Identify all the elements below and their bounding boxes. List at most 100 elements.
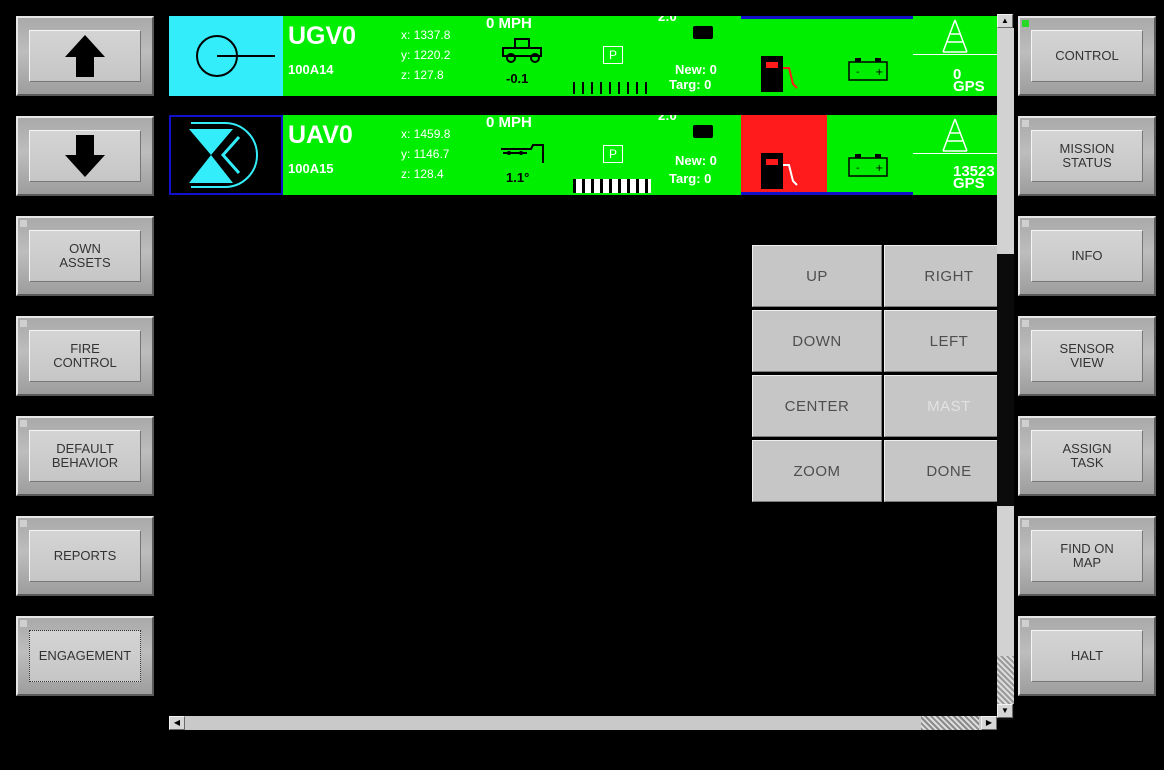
center-button[interactable]: CENTER (752, 375, 882, 437)
scroll-down-button[interactable] (16, 116, 154, 196)
uav-icon-cell[interactable] (169, 115, 283, 195)
control-button[interactable]: CONTROL (1018, 16, 1156, 96)
fire-control-label: FIRE CONTROL (29, 330, 141, 382)
scroll-down-face (29, 130, 141, 182)
horizontal-scrollbar[interactable]: ◀ ▶ (169, 716, 997, 730)
target-count: Targ: 0 (669, 77, 712, 92)
engagement-button[interactable]: ENGAGEMENT (16, 616, 154, 696)
engagement-label: ENGAGEMENT (29, 630, 141, 682)
coord-y: y: 1220.2 (401, 48, 451, 62)
unit-id: 100A15 (288, 161, 334, 176)
mission-status-button[interactable]: MISSION STATUS (1018, 116, 1156, 196)
assign-task-label: ASSIGN TASK (1031, 430, 1143, 482)
default-behavior-label: DEFAULT BEHAVIOR (29, 430, 141, 482)
sensor-cell[interactable]: 2:0 New: 0 Targ: 0 (655, 115, 741, 195)
camera-icon (693, 26, 713, 39)
coord-x: x: 1459.8 (401, 127, 451, 141)
control-label: CONTROL (1031, 30, 1143, 82)
gps-label: GPS (953, 175, 985, 192)
assign-task-button[interactable]: ASSIGN TASK (1018, 416, 1156, 496)
arrow-up-icon (65, 35, 105, 77)
mission-status-label: MISSION STATUS (1031, 130, 1143, 182)
pan-left-button[interactable]: LEFT (884, 310, 1014, 372)
scroll-right-arrow-icon[interactable]: ▶ (981, 716, 997, 730)
camera-icon (693, 125, 713, 138)
gps-label: GPS (953, 78, 985, 95)
done-button[interactable]: DONE (884, 440, 1014, 502)
info-button[interactable]: INFO (1018, 216, 1156, 296)
vertical-scrollbar[interactable]: ▲ ▼ (997, 14, 1014, 720)
scroll-left-arrow-icon[interactable]: ◀ (169, 716, 185, 730)
fuel-cell[interactable] (741, 16, 827, 96)
heading-readout: 1.1° (506, 170, 530, 185)
unit-name: UGV0 (288, 22, 357, 50)
unit-name-cell: UGV0 100A14 (283, 16, 397, 96)
sensor-label: 2:0 (658, 115, 677, 123)
pan-right-button[interactable]: RIGHT (884, 245, 1014, 307)
speed-cell: 0 MPH 1.1° (483, 115, 569, 195)
scroll-up-arrow-icon[interactable]: ▲ (997, 14, 1013, 28)
fuel-cell[interactable] (741, 115, 827, 195)
reports-button[interactable]: REPORTS (16, 516, 154, 596)
status-led (1022, 420, 1029, 427)
halt-button[interactable]: HALT (1018, 616, 1156, 696)
arrow-down-icon (65, 135, 105, 177)
battery-icon: - + (848, 154, 888, 177)
own-assets-label: OWN ASSETS (29, 230, 141, 282)
sensor-view-button[interactable]: SENSOR VIEW (1018, 316, 1156, 396)
scrollbar-grip[interactable] (921, 716, 979, 730)
ground-vehicle-icon (196, 35, 275, 77)
halt-label: HALT (1031, 630, 1143, 682)
sensor-cell[interactable]: 2:0 New: 0 Targ: 0 (655, 16, 741, 96)
gps-cell[interactable]: 0 GPS (913, 16, 997, 96)
gauge-bar-icon (573, 179, 651, 193)
speed-cell: 0 MPH -0.1 (483, 16, 569, 96)
coord-x: x: 1337.8 (401, 28, 451, 42)
unit-id: 100A14 (288, 62, 334, 77)
ugv-icon-cell[interactable] (169, 16, 283, 96)
gauge-bar-icon (573, 82, 651, 94)
fire-control-button[interactable]: FIRE CONTROL (16, 316, 154, 396)
mode-cell[interactable]: P (569, 115, 655, 195)
pan-up-button[interactable]: UP (752, 245, 882, 307)
antenna-icon (942, 118, 968, 152)
new-count: New: 0 (675, 153, 717, 168)
svg-text:+: + (875, 163, 883, 174)
vehicle-row-ugv0[interactable]: UGV0 100A14 x: 1337.8 y: 1220.2 z: 127.8… (169, 16, 997, 96)
zoom-button[interactable]: ZOOM (752, 440, 882, 502)
scrollbar-thumb[interactable] (997, 28, 1014, 254)
target-count: Targ: 0 (669, 171, 712, 186)
find-on-map-label: FIND ON MAP (1031, 530, 1143, 582)
scroll-up-button[interactable] (16, 16, 154, 96)
own-assets-button[interactable]: OWN ASSETS (16, 216, 154, 296)
pan-down-button[interactable]: DOWN (752, 310, 882, 372)
svg-text:-: - (856, 163, 860, 174)
scrollbar-grip[interactable] (997, 656, 1014, 704)
svg-text:+: + (875, 67, 883, 78)
vehicle-row-uav0[interactable]: UAV0 100A15 x: 1459.8 y: 1146.7 z: 128.4… (169, 115, 997, 195)
ugv-vehicle-icon (502, 38, 542, 63)
battery-cell[interactable]: - + (827, 115, 913, 195)
find-on-map-button[interactable]: FIND ON MAP (1018, 516, 1156, 596)
status-led (1022, 620, 1029, 627)
status-led (1022, 120, 1029, 127)
coord-z: z: 128.4 (401, 167, 444, 181)
mode-cell[interactable]: P (569, 16, 655, 96)
scroll-down-arrow-icon[interactable]: ▼ (997, 704, 1013, 718)
battery-icon: - + (848, 58, 888, 81)
default-behavior-button[interactable]: DEFAULT BEHAVIOR (16, 416, 154, 496)
status-led (20, 520, 27, 527)
battery-cell[interactable]: - + (827, 16, 913, 96)
scroll-up-face (29, 30, 141, 82)
gps-cell[interactable]: 13523 GPS (913, 115, 997, 195)
coord-z: z: 127.8 (401, 68, 444, 82)
heading-readout: -0.1 (506, 71, 529, 86)
sensor-view-label: SENSOR VIEW (1031, 330, 1143, 382)
uav-vehicle-icon (501, 144, 544, 163)
scrollbar-track-lower[interactable] (997, 506, 1014, 656)
fuel-pump-icon (761, 153, 798, 189)
info-label: INFO (1031, 230, 1143, 282)
status-led (20, 220, 27, 227)
parking-icon: P (603, 46, 623, 64)
antenna-icon (942, 19, 968, 53)
